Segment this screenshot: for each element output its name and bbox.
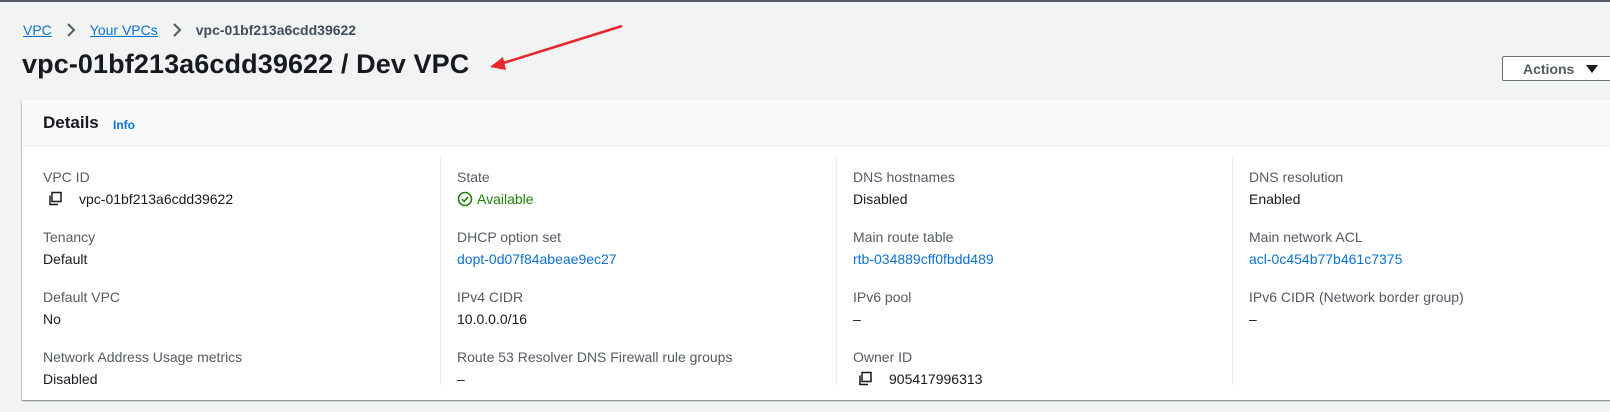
copy-icon[interactable] <box>47 191 63 207</box>
field-label: IPv6 pool <box>853 289 912 305</box>
field-label: DNS resolution <box>1249 169 1344 185</box>
details-title: Details <box>43 113 99 132</box>
breadcrumb-current: vpc-01bf213a6cdd39622 <box>195 22 357 38</box>
status-badge: Available <box>457 190 817 208</box>
copy-icon[interactable] <box>857 371 873 387</box>
field-value: – <box>1249 311 1257 327</box>
chevron-right-icon <box>66 23 76 37</box>
details-column-3: DNS hostnames Disabled Main route table … <box>836 155 1216 388</box>
field-ipv6-cidr: IPv6 CIDR (Network border group) – <box>1249 288 1609 328</box>
field-value: – <box>853 311 861 327</box>
field-label: State <box>457 169 490 185</box>
dhcp-option-set-link[interactable]: dopt-0d07f84abeae9ec27 <box>457 250 817 268</box>
field-dns-hostnames: DNS hostnames Disabled <box>853 168 1213 208</box>
chevron-right-icon <box>172 23 182 37</box>
page-title: vpc-01bf213a6cdd39622 / Dev VPC <box>22 49 470 79</box>
field-label: Main route table <box>853 229 954 245</box>
field-label: Main network ACL <box>1249 229 1363 245</box>
caret-down-icon <box>1586 64 1599 74</box>
field-main-network-acl: Main network ACL acl-0c454b77b461c7375 <box>1249 228 1609 268</box>
actions-button[interactable]: Actions <box>1502 56 1610 81</box>
field-network-address-usage: Network Address Usage metrics Disabled <box>43 348 403 388</box>
field-value: 905417996313 <box>853 370 1213 388</box>
field-value: No <box>43 311 61 327</box>
field-label: Route 53 Resolver DNS Firewall rule grou… <box>457 349 733 365</box>
field-default-vpc: Default VPC No <box>43 288 403 328</box>
field-vpc-id: VPC ID vpc-01bf213a6cdd39622 <box>43 168 403 208</box>
breadcrumb-vpc-link[interactable]: VPC <box>23 22 52 38</box>
details-column-2: State Available DHCP option set dopt-0d0… <box>440 155 820 388</box>
details-panel: Details Info VPC ID vpc-01bf213a6cdd3962… <box>22 100 1610 400</box>
field-value: Enabled <box>1249 191 1301 207</box>
details-column-4: DNS resolution Enabled Main network ACL … <box>1232 155 1610 385</box>
field-label: IPv4 CIDR <box>457 289 524 305</box>
field-value: – <box>457 371 465 387</box>
field-value: Disabled <box>43 371 98 387</box>
owner-id-value: 905417996313 <box>889 371 983 387</box>
field-label: Default VPC <box>43 289 121 305</box>
state-value: Available <box>477 191 534 207</box>
details-header: Details Info <box>22 100 1610 146</box>
field-dhcp-option-set: DHCP option set dopt-0d07f84abeae9ec27 <box>457 228 817 268</box>
details-column-1: VPC ID vpc-01bf213a6cdd39622 Tenancy Def… <box>43 155 423 388</box>
field-label: IPv6 CIDR (Network border group) <box>1249 289 1464 305</box>
field-value: Disabled <box>853 191 908 207</box>
field-label: Network Address Usage metrics <box>43 349 243 365</box>
actions-label: Actions <box>1523 60 1575 77</box>
check-circle-icon <box>457 191 473 207</box>
field-label: Tenancy <box>43 229 96 245</box>
main-route-table-link[interactable]: rtb-034889cff0fbdd489 <box>853 250 1213 268</box>
field-label: DNS hostnames <box>853 169 955 185</box>
field-ipv4-cidr: IPv4 CIDR 10.0.0.0/16 <box>457 288 817 328</box>
field-value: 10.0.0.0/16 <box>457 311 528 327</box>
breadcrumb-your-vpcs-link[interactable]: Your VPCs <box>90 22 158 38</box>
top-border <box>0 0 1610 2</box>
info-link[interactable]: Info <box>113 118 135 132</box>
field-route53-firewall: Route 53 Resolver DNS Firewall rule grou… <box>457 348 817 388</box>
breadcrumb: VPC Your VPCs vpc-01bf213a6cdd39622 <box>23 20 356 40</box>
field-label: Owner ID <box>853 349 913 365</box>
field-ipv6-pool: IPv6 pool – <box>853 288 1213 328</box>
field-value: vpc-01bf213a6cdd39622 <box>43 190 403 208</box>
main-network-acl-link[interactable]: acl-0c454b77b461c7375 <box>1249 250 1609 268</box>
field-value: Default <box>43 251 88 267</box>
field-label: DHCP option set <box>457 229 562 245</box>
field-dns-resolution: DNS resolution Enabled <box>1249 168 1609 208</box>
field-label: VPC ID <box>43 169 90 185</box>
field-main-route-table: Main route table rtb-034889cff0fbdd489 <box>853 228 1213 268</box>
field-tenancy: Tenancy Default <box>43 228 403 268</box>
field-owner-id: Owner ID 905417996313 <box>853 348 1213 388</box>
vpc-id-value: vpc-01bf213a6cdd39622 <box>79 191 234 207</box>
field-state: State Available <box>457 168 817 208</box>
